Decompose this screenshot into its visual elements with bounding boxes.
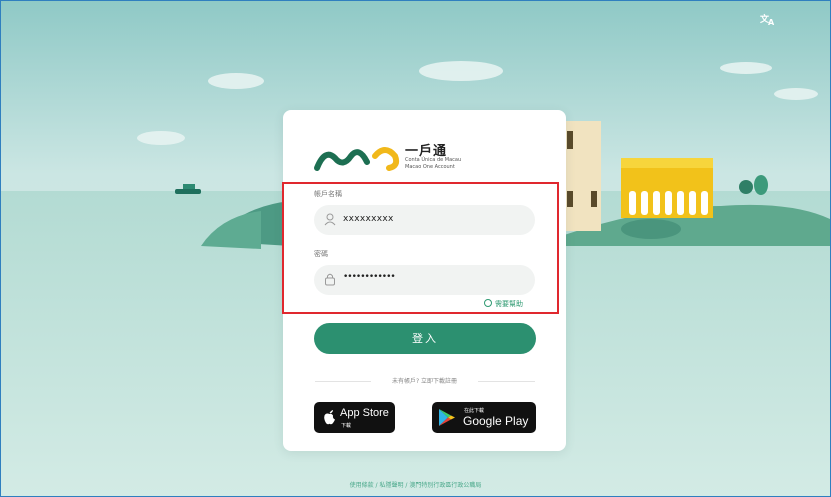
privacy-link[interactable]: 私隱聲明 bbox=[379, 482, 403, 489]
google-play-sub-label: 在此下載 bbox=[464, 408, 485, 414]
browser-viewport: 文 A 一戶通 Conta Única de Macau Macao One A… bbox=[0, 0, 831, 497]
login-button[interactable]: 登入 bbox=[314, 323, 536, 354]
terms-link[interactable]: 使用條款 bbox=[350, 482, 374, 489]
translate-icon[interactable]: 文 A bbox=[757, 12, 777, 28]
footer-links: 使用條款 / 私隱聲明 / 澳門特別行政區行政公職局 bbox=[1, 480, 830, 489]
brand-subtitle-en: Macao One Account bbox=[405, 164, 455, 170]
google-play-button[interactable]: 在此下載 Google Play bbox=[432, 402, 536, 433]
download-prompt: 未有帳戶? 立即下載註冊 bbox=[391, 378, 458, 385]
apple-icon bbox=[324, 410, 335, 425]
app-store-button[interactable]: App Store 下載 bbox=[314, 402, 395, 433]
google-play-icon bbox=[439, 409, 455, 426]
app-store-label: App Store bbox=[340, 407, 389, 419]
brand-subtitle-pt: Conta Única de Macau bbox=[405, 157, 462, 163]
google-play-label: Google Play bbox=[463, 414, 529, 428]
gov-link[interactable]: 澳門特別行政區行政公職局 bbox=[409, 482, 481, 489]
highlight-annotation-box bbox=[282, 182, 559, 314]
app-store-sub-label: 下載 bbox=[341, 423, 352, 429]
svg-text:A: A bbox=[768, 18, 775, 26]
